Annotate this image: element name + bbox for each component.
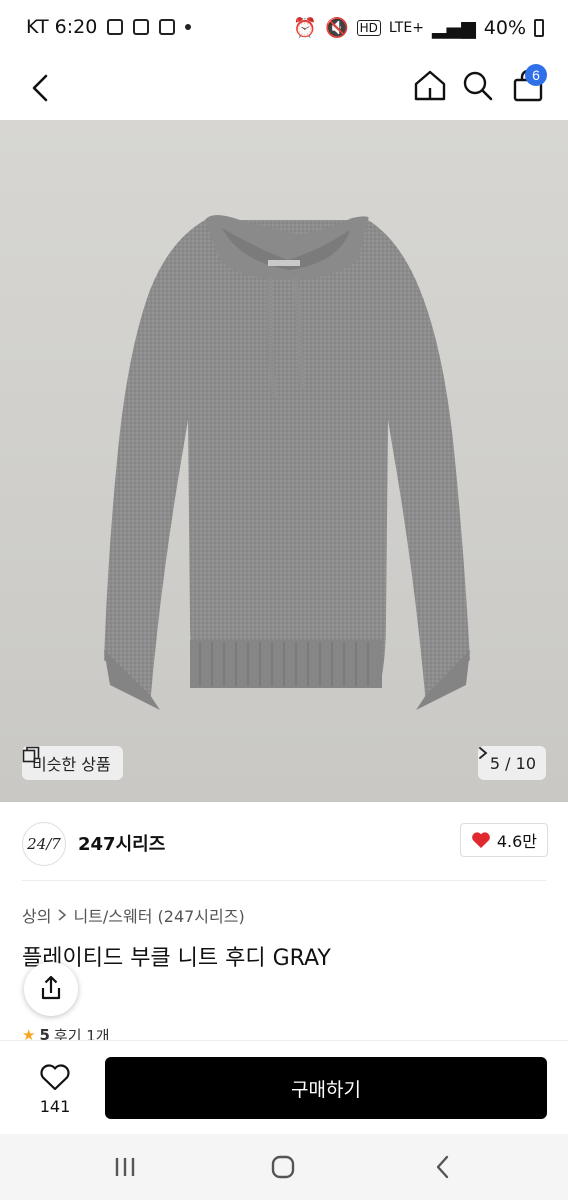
home-system-button[interactable]: [268, 1152, 298, 1182]
breadcrumb: 상의 니트/스웨터 (247시리즈): [22, 903, 245, 927]
hd-badge: HD: [356, 19, 381, 36]
home-icon: [414, 70, 446, 101]
breadcrumb-item[interactable]: 니트/스웨터 (247시리즈): [73, 903, 244, 927]
buy-button[interactable]: 구매하기: [105, 1057, 547, 1119]
share-button[interactable]: [24, 962, 78, 1016]
signal-icon: ▂▄▆: [431, 16, 476, 39]
share-icon: [41, 975, 61, 1000]
image-page-indicator[interactable]: 5 / 10: [477, 746, 546, 780]
brand-like-button[interactable]: 4.6만: [459, 823, 548, 857]
product-image: [104, 215, 470, 710]
chevron-right-icon: [58, 909, 67, 921]
wishlist-count: 141: [39, 1097, 71, 1116]
gallery-icon: [133, 19, 150, 35]
back-button[interactable]: [24, 68, 64, 108]
similar-products-button[interactable]: 비슷한 상품: [22, 746, 123, 780]
brand-row[interactable]: 24/7 247시리즈 4.6만: [0, 802, 568, 880]
chevron-right-icon: [478, 747, 488, 759]
divider: [22, 880, 546, 881]
brand-name[interactable]: 247시리즈: [78, 830, 165, 856]
heart-filled-icon: [471, 832, 490, 848]
heart-outline-icon: [40, 1064, 70, 1091]
search-icon: [463, 71, 493, 101]
battery-icon: [534, 18, 544, 37]
shopping-bag-notif-icon: [159, 19, 176, 35]
breadcrumb-item[interactable]: 상의: [22, 903, 51, 927]
search-button[interactable]: [458, 66, 498, 106]
battery-text: 40%: [483, 16, 526, 39]
similar-products-label: 비슷한 상품: [32, 755, 111, 774]
carrier-time: KT 6:20: [26, 16, 98, 38]
home-circle-icon: [271, 1155, 295, 1179]
recent-apps-icon: [115, 1158, 135, 1176]
brand-like-count: 4.6만: [496, 832, 537, 851]
bottom-action-bar: 141 구매하기: [0, 1040, 568, 1134]
cart-count-badge: 6: [525, 64, 547, 86]
back-system-button[interactable]: [428, 1152, 458, 1182]
more-notifs-icon: [185, 24, 192, 30]
notification-icon: [107, 19, 124, 35]
wishlist-button[interactable]: 141: [22, 1059, 88, 1119]
product-image-carousel[interactable]: 비슷한 상품 5 / 10: [0, 120, 568, 802]
home-button[interactable]: [410, 66, 450, 106]
network-label: LTE+: [388, 19, 424, 36]
page-indicator-text: 5 / 10: [489, 753, 536, 773]
back-arrow-icon: [436, 1155, 449, 1179]
recent-apps-button[interactable]: [110, 1152, 140, 1182]
system-navigation-bar: [0, 1134, 568, 1200]
mute-icon: 🔇: [324, 17, 349, 39]
status-bar: KT 6:20 ⏰ 🔇 HD LTE+ ▂▄▆ 40%: [0, 0, 568, 56]
copy-icon: [22, 746, 40, 763]
brand-logo: 24/7: [22, 822, 66, 866]
top-navigation: [0, 56, 568, 120]
chevron-left-icon: [32, 74, 48, 102]
alarm-icon: ⏰: [293, 17, 317, 39]
